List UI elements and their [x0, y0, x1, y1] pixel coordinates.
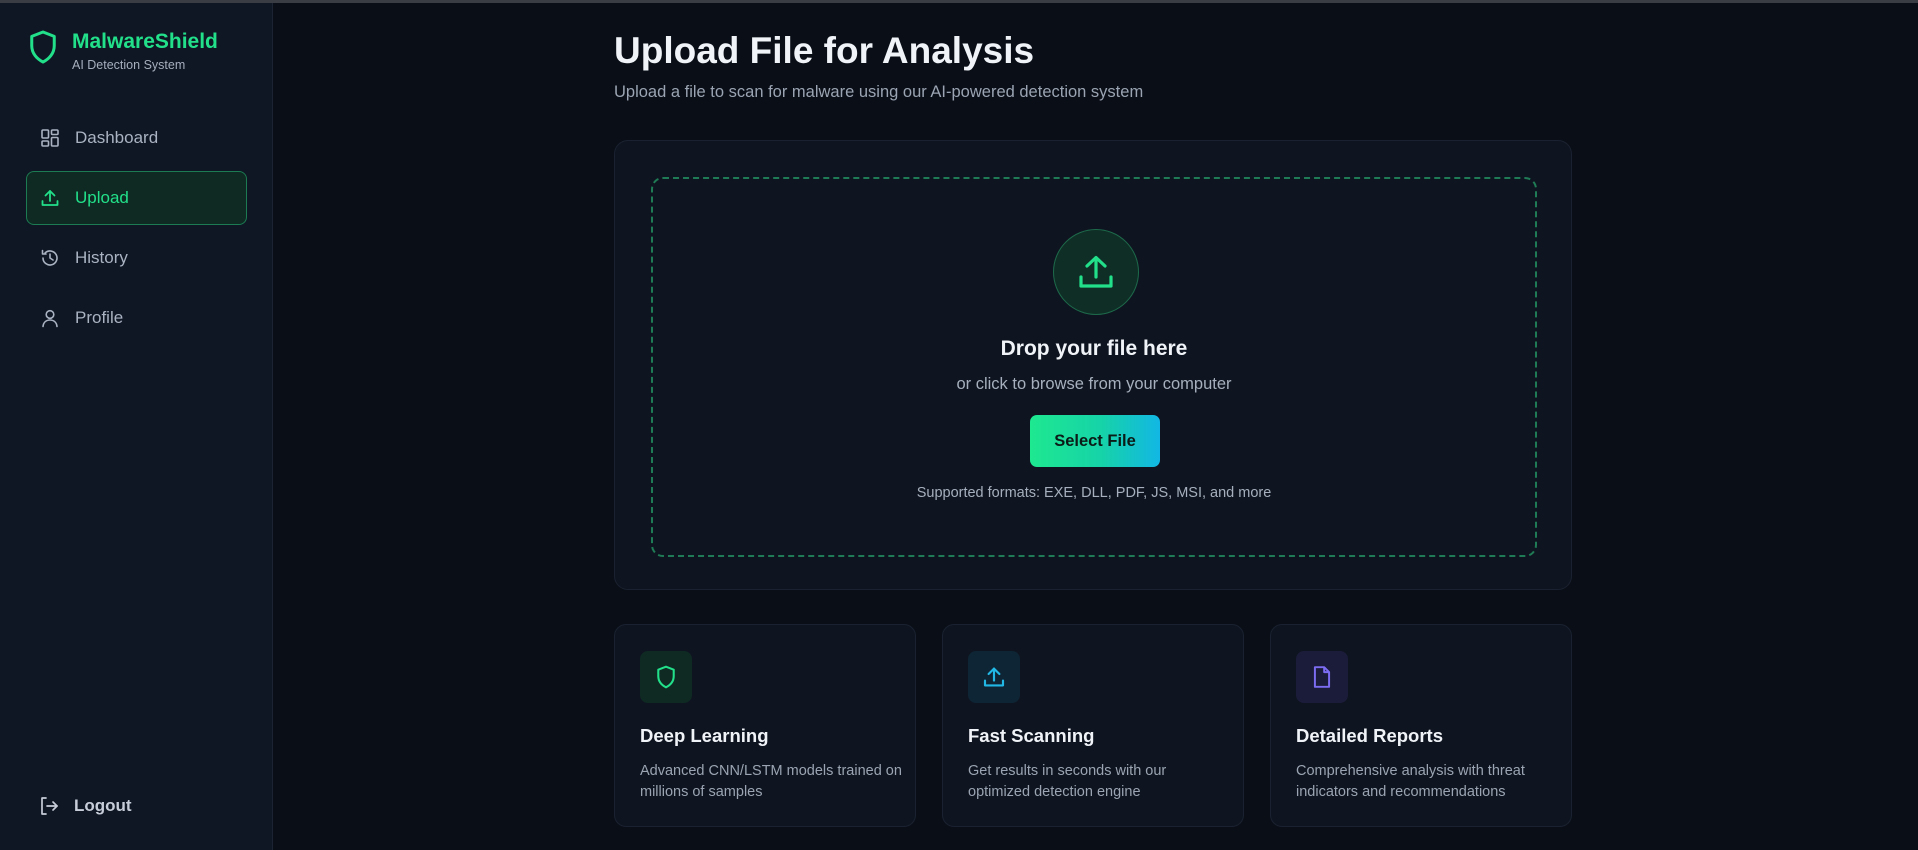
- feature-card-deep-learning: Deep Learning Advanced CNN/LSTM models t…: [614, 624, 916, 827]
- dropzone-title: Drop your file here: [1000, 337, 1188, 360]
- upload-card: Drop your file here or click to browse f…: [614, 140, 1572, 590]
- supported-formats: Supported formats: EXE, DLL, PDF, JS, MS…: [916, 485, 1272, 501]
- sidebar-item-dashboard[interactable]: Dashboard: [26, 111, 247, 165]
- upload-icon: [39, 187, 61, 209]
- window-top-border: [0, 0, 1918, 3]
- brand-title: MalwareShield: [72, 30, 218, 53]
- feature-description: Get results in seconds with our optimize…: [968, 763, 1167, 800]
- feature-card-fast-scanning: Fast Scanning Get results in seconds wit…: [942, 624, 1244, 827]
- file-dropzone[interactable]: Drop your file here or click to browse f…: [651, 177, 1537, 557]
- brand: MalwareShield AI Detection System: [28, 29, 218, 72]
- sidebar-nav: Dashboard Upload History Profile: [26, 111, 247, 351]
- upload-icon: [968, 651, 1020, 703]
- sidebar-item-profile[interactable]: Profile: [26, 291, 247, 345]
- history-icon: [39, 247, 61, 269]
- sidebar-item-label: Upload: [75, 188, 129, 207]
- upload-icon: [1053, 229, 1139, 315]
- feature-description: Advanced CNN/LSTM models trained on mill…: [640, 763, 902, 800]
- logout-icon: [41, 797, 58, 815]
- select-file-button[interactable]: Select File: [1030, 415, 1160, 467]
- brand-subtitle: AI Detection System: [72, 58, 186, 72]
- page-subtitle: Upload a file to scan for malware using …: [614, 83, 1144, 101]
- sidebar: MalwareShield AI Detection System Dashbo…: [0, 3, 273, 850]
- feature-title: Detailed Reports: [1296, 725, 1444, 746]
- logout-label: Logout: [74, 796, 132, 815]
- shield-icon: [640, 651, 692, 703]
- sidebar-item-upload[interactable]: Upload: [26, 171, 247, 225]
- feature-title: Fast Scanning: [968, 725, 1095, 746]
- document-icon: [1296, 651, 1348, 703]
- feature-title: Deep Learning: [640, 725, 769, 746]
- logout-button[interactable]: Logout: [38, 795, 132, 817]
- user-icon: [39, 307, 61, 329]
- feature-card-detailed-reports: Detailed Reports Comprehensive analysis …: [1270, 624, 1572, 827]
- sidebar-item-label: History: [75, 248, 128, 267]
- dashboard-icon: [39, 127, 61, 149]
- dropzone-subtitle: or click to browse from your computer: [956, 375, 1232, 393]
- shield-icon: [30, 30, 56, 64]
- sidebar-item-label: Dashboard: [75, 128, 159, 147]
- sidebar-item-label: Profile: [75, 308, 124, 327]
- page-title: Upload File for Analysis: [614, 30, 1035, 71]
- sidebar-item-history[interactable]: History: [26, 231, 247, 285]
- feature-description: Comprehensive analysis with threat indic…: [1296, 763, 1525, 800]
